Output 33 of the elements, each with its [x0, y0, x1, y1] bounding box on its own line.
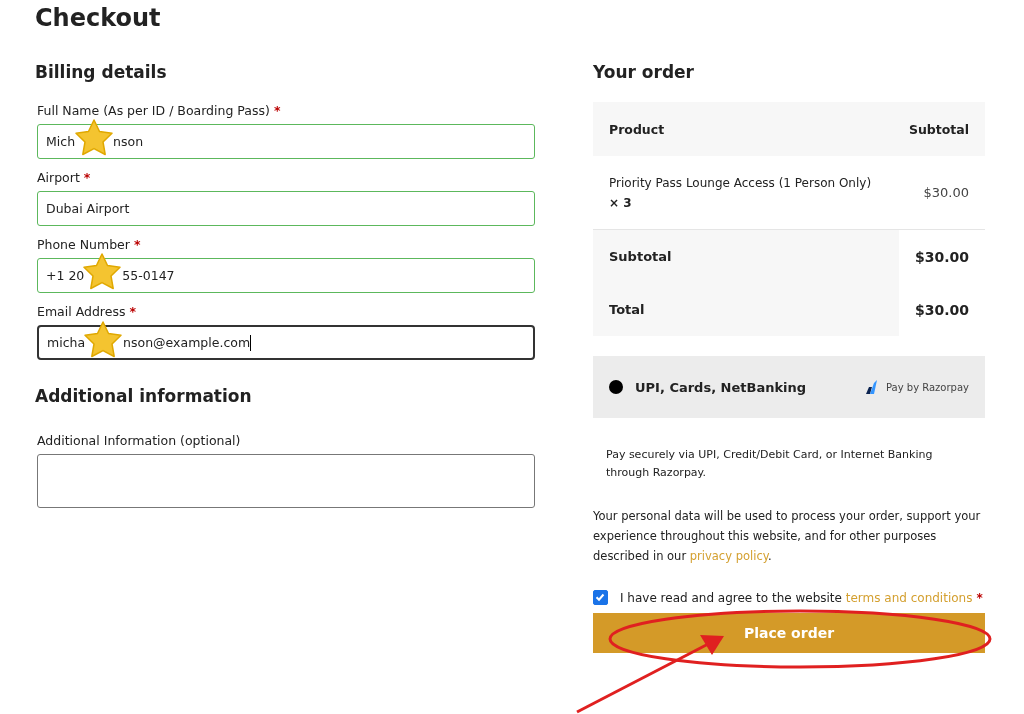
required-mark: *: [83, 170, 91, 185]
section-heading: Billing details: [35, 61, 168, 84]
column-header: Subtotal: [908, 121, 969, 137]
checkbox[interactable]: [593, 590, 608, 605]
page-title: Checkout: [35, 4, 161, 32]
column-header: Product: [609, 121, 665, 137]
provider-label: Pay by Razorpay: [886, 381, 969, 393]
required-mark: *: [273, 103, 281, 118]
table-cell: $30.00: [923, 185, 969, 200]
required-mark: *: [976, 590, 983, 605]
privacy-text: Your personal data will be used to process your order, support your experience throughout this website, and for other purposes described in our privacy policy.: [593, 508, 982, 565]
terms-text: I have read and agree to the website terms and conditions: [620, 590, 973, 605]
section-heading: Additional information: [35, 385, 253, 408]
payment-method[interactable]: UPI, Cards, NetBanking: [635, 379, 864, 395]
field-label: Full Name (As per ID / Boarding Pass): [37, 103, 270, 118]
total-value: $30.00: [914, 301, 970, 318]
required-mark: *: [133, 237, 141, 252]
text-area[interactable]: [37, 454, 535, 508]
total-label: Total: [593, 283, 899, 336]
razorpay-logo-icon: [864, 379, 878, 395]
radio-button[interactable]: [609, 380, 623, 394]
field-label: Additional Information (optional): [37, 432, 242, 450]
product-name: Priority Pass Lounge Access (1 Person Only): [609, 174, 872, 192]
total-value: $30.00: [914, 248, 970, 265]
quantity: × 3: [609, 194, 633, 212]
input-field[interactable]: Dubai Airport: [37, 191, 535, 226]
field-label: Phone Number: [37, 237, 130, 252]
field-label: Airport: [37, 170, 80, 185]
required-mark: *: [129, 304, 136, 319]
field-label: Email Address: [37, 304, 126, 319]
payment-description: Pay securely via UPI, Credit/Debit Card, or Internet Banking through Razorpay.: [606, 447, 934, 481]
total-label: Subtotal: [593, 230, 899, 283]
section-heading: Your order: [593, 61, 695, 84]
